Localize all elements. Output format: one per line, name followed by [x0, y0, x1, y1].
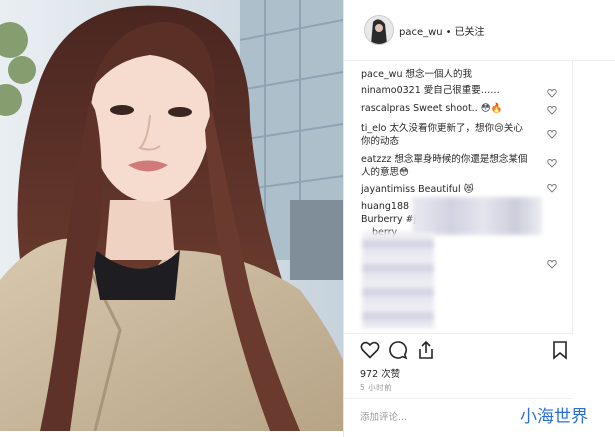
comment-row: jayantimiss Beautiful 😻 [361, 183, 474, 196]
divider [343, 398, 572, 399]
username-link[interactable]: pace_wu [399, 27, 443, 38]
post-author: pace_wu • 已关注 [399, 23, 485, 38]
comment-username[interactable]: eatzzz [361, 154, 391, 165]
heart-icon[interactable] [547, 129, 557, 139]
post-header: pace_wu • 已关注 [344, 0, 615, 61]
comment-row: eatzzz 想念單身時候的你還是想念某個 [361, 153, 527, 166]
heart-icon[interactable] [547, 105, 557, 115]
comment-text: 想念單身時候的你還是想念某個 [394, 154, 528, 165]
post-photo[interactable] [0, 0, 343, 431]
comment-username[interactable]: ti_elo [361, 123, 386, 134]
like-heart-icon[interactable] [360, 340, 380, 360]
comment-text: Burberry #j [361, 214, 417, 225]
comment-text: 人的意思😳 [361, 167, 409, 178]
add-comment-input[interactable]: 添加评论... [360, 409, 407, 423]
comment-username[interactable]: huang188 [361, 201, 409, 212]
heart-icon[interactable] [547, 183, 557, 193]
separator-dot: • [445, 27, 452, 38]
bookmark-icon[interactable] [551, 340, 569, 360]
comment-row-continuation: Burberry #j [361, 213, 416, 226]
mosaic-censor [362, 232, 434, 328]
comment-row-continuation: 人的意思😳 [361, 166, 409, 179]
comment-row: ninamo0321 愛自己很重要…… [361, 84, 500, 97]
watermark: 小海世界 [520, 407, 588, 427]
heart-icon[interactable] [547, 158, 557, 168]
comment-row: huang188 [361, 200, 409, 213]
comment-username[interactable]: pace_wu [361, 69, 402, 80]
comment-text: 你的动态 [361, 136, 400, 147]
comment-text: 愛自己很重要…… [423, 85, 500, 96]
avatar[interactable] [364, 15, 394, 45]
comment-username[interactable]: ninamo0321 [361, 85, 421, 96]
heart-icon[interactable] [547, 88, 557, 98]
comment-text: 想念一個人的我 [405, 69, 473, 80]
comment-username[interactable]: jayantimiss [361, 184, 415, 195]
heart-icon[interactable] [547, 259, 557, 269]
follow-button[interactable]: 已关注 [455, 27, 485, 38]
instagram-post-window: pace_wu • 已关注 pace_wu 想念一個人的我 ninamo0321 愛… [0, 0, 615, 437]
comment-row-continuation: 你的动态 [361, 135, 399, 148]
comment-username[interactable]: rascalpras [361, 103, 410, 114]
comment-text: 太久没看你更新了，想你😢关心 [389, 123, 523, 134]
share-icon[interactable] [416, 340, 436, 360]
divider [343, 333, 572, 334]
comments-scrollbar[interactable] [572, 60, 573, 334]
post-time: 5 小时前 [360, 383, 393, 392]
comment-row: pace_wu 想念一個人的我 [361, 68, 472, 81]
likes-count[interactable]: 972 次赞 [360, 366, 400, 380]
comment-text: Beautiful 😻 [418, 184, 474, 195]
mosaic-censor [412, 197, 542, 235]
comment-text: Sweet shoot.. 😳🔥 [413, 103, 503, 114]
comment-icon[interactable] [388, 340, 408, 360]
comment-row: rascalpras Sweet shoot.. 😳🔥 [361, 102, 502, 115]
comment-row: ti_elo 太久没看你更新了，想你😢关心 [361, 122, 523, 135]
